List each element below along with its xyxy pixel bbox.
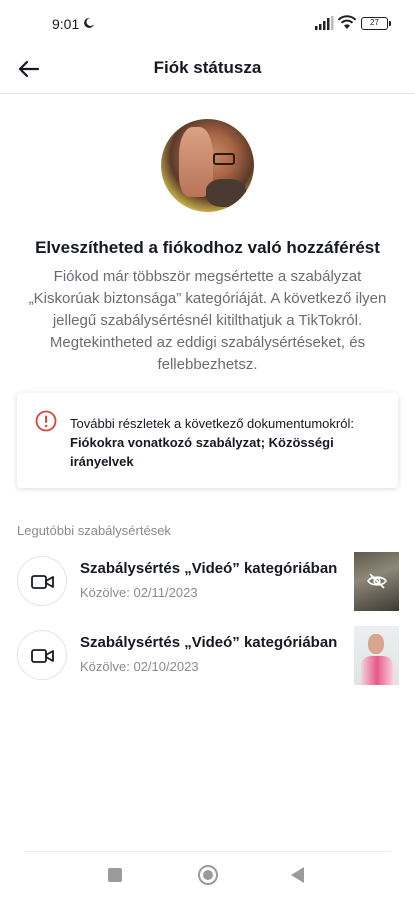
home-button[interactable] <box>198 865 218 885</box>
info-description: További részletek a következő dokumentum… <box>70 416 354 431</box>
battery-icon: 27 <box>361 17 391 30</box>
avatar-glasses <box>213 153 235 165</box>
recent-violations-label: Legutóbbi szabálysértések <box>17 523 171 538</box>
recent-apps-button[interactable] <box>108 868 122 882</box>
violation-item[interactable]: Szabálysértés „Videó” kategóriában Közöl… <box>0 552 415 616</box>
avatar <box>161 119 254 212</box>
video-icon-circle <box>17 556 67 606</box>
violation-date: Közölve: 02/11/2023 <box>80 585 198 600</box>
video-camera-icon <box>31 575 54 589</box>
violation-item[interactable]: Szabálysértés „Videó” kategóriában Közöl… <box>0 626 415 690</box>
video-camera-icon <box>31 649 54 663</box>
video-icon-circle <box>17 630 67 680</box>
info-card: További részletek a következő dokumentum… <box>17 393 398 488</box>
hidden-content-thumbnail[interactable] <box>354 552 399 611</box>
warning-description: Fiókod már többször megsértette a szabál… <box>28 268 387 373</box>
moon-icon <box>84 17 94 28</box>
violation-title: Szabálysértés „Videó” kategóriában <box>80 634 338 651</box>
status-time: 9:01 <box>52 16 80 32</box>
exclamation-circle-icon <box>35 410 57 432</box>
eye-slash-icon <box>367 573 387 589</box>
back-button[interactable] <box>291 867 304 883</box>
wifi-icon <box>337 15 357 29</box>
thumbnail-body <box>361 656 393 685</box>
page-title: Fiók státusza <box>153 58 262 77</box>
app-header: Fiók státusza <box>0 46 415 94</box>
signal-icon <box>315 16 334 30</box>
video-thumbnail[interactable] <box>354 626 399 685</box>
nav-divider <box>24 851 391 852</box>
violation-title: Szabálysértés „Videó” kategóriában <box>80 560 338 577</box>
avatar-beard <box>206 179 246 207</box>
status-bar: 9:01 27 <box>0 0 415 46</box>
thumbnail-head <box>368 634 384 654</box>
violation-date: Közölve: 02/10/2023 <box>80 659 199 674</box>
warning-title: Elveszítheted a fiókodhoz való hozzáféré… <box>35 238 380 257</box>
policy-links[interactable]: Fiókokra vonatkozó szabályzat; Közösségi… <box>70 435 334 469</box>
info-text: További részletek a következő dokumentum… <box>70 414 384 471</box>
